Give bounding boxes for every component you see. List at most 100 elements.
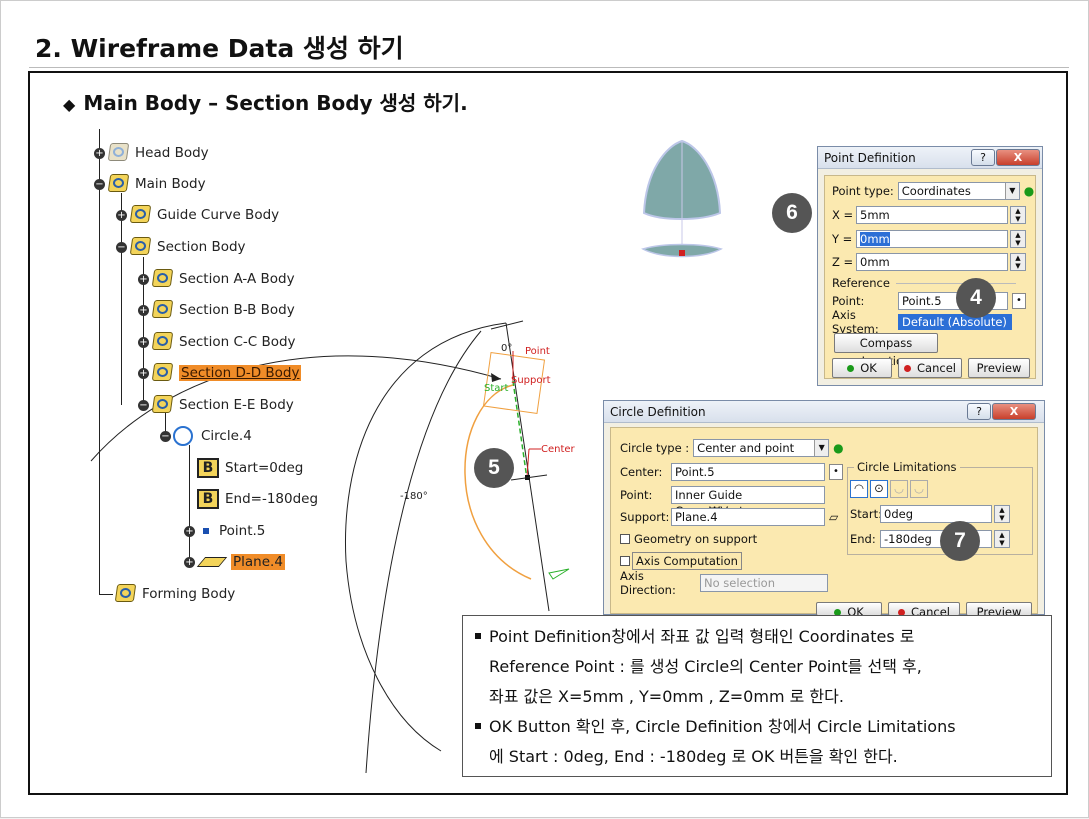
whole-circle-mode-icon[interactable]: ⊙ [870, 480, 888, 498]
trimmed-mode-icon[interactable]: ◡ [890, 480, 908, 498]
limitations-mode-buttons: ◠ ⊙ ◡ ◡ [850, 479, 928, 499]
geometry-checkbox[interactable] [620, 534, 630, 544]
collapse-icon[interactable]: − [160, 430, 171, 442]
tree-item-section-e-e-body[interactable]: − Section E-E Body [138, 394, 294, 416]
center-input[interactable]: Point.5 [671, 463, 825, 481]
center-button[interactable]: • [829, 464, 843, 480]
dialog-title: Point Definition [824, 151, 916, 165]
geometrical-set-icon [129, 204, 153, 226]
geometry-on-support-row[interactable]: Geometry on support [620, 529, 757, 549]
tree-item-label: End=-180deg [225, 491, 319, 507]
axis-computation-row[interactable]: Axis Computation [620, 551, 742, 571]
viewport-label-zero: 0° [501, 343, 512, 354]
viewport-label-minus180: -180° [400, 491, 428, 502]
complement-mode-icon[interactable]: ◡ [910, 480, 928, 498]
axis-computation-label: Axis Computation [632, 552, 742, 570]
preview-button[interactable]: Preview [966, 602, 1032, 616]
ok-button[interactable]: OK [816, 602, 882, 616]
close-button[interactable]: X [992, 403, 1036, 420]
geometrical-set-icon [151, 394, 175, 416]
collapse-icon[interactable]: − [94, 178, 105, 190]
ok-icon [847, 365, 855, 372]
cancel-button[interactable]: Cancel [888, 602, 960, 616]
square-bullet-icon [475, 633, 481, 639]
point-input[interactable]: Inner Guide Curve₩Vertex [671, 486, 825, 518]
expand-icon[interactable]: + [138, 336, 149, 348]
point-row: Point: Inner Guide Curve₩Vertex [620, 485, 825, 518]
y-input[interactable]: 0mm [856, 230, 1008, 248]
geometrical-set-icon [107, 142, 131, 164]
y-spinner[interactable]: ▲ ▼ [1010, 230, 1026, 248]
y-row: Y = 0mm ▲ ▼ [832, 229, 1026, 249]
circle-type-select[interactable]: Center and point ▼ [693, 439, 830, 457]
close-button[interactable]: X [996, 149, 1040, 166]
z-row: Z = 0mm ▲ ▼ [832, 252, 1026, 272]
tree-item-start[interactable]: B Start=0deg [197, 457, 303, 479]
tree-item-head-body[interactable]: + Head Body [94, 142, 209, 164]
plane-icon [196, 557, 228, 567]
cancel-button[interactable]: Cancel [898, 358, 962, 378]
chain-icon[interactable]: ● [833, 441, 843, 455]
tree-item-section-c-c-body[interactable]: + Section C-C Body [138, 331, 296, 353]
part-arc-mode-icon[interactable]: ◠ [850, 480, 868, 498]
z-spinner[interactable]: ▲ ▼ [1010, 253, 1026, 271]
collapse-icon[interactable]: − [116, 241, 127, 253]
tree-item-label: Section B-B Body [179, 302, 295, 318]
dialog-title-bar: Circle Definition ? X [604, 401, 1044, 423]
tree-item-main-body[interactable]: − Main Body [94, 173, 206, 195]
chain-icon[interactable]: ● [1024, 184, 1034, 198]
slide-page: 2. Wireframe Data 생성 하기 ◆ Main Body – Sec… [0, 0, 1089, 818]
tree-item-plane-4[interactable]: + Plane.4 [184, 551, 285, 573]
x-spinner[interactable]: ▲ ▼ [1010, 206, 1026, 224]
collapse-icon[interactable]: − [138, 399, 149, 411]
point-definition-dialog: Point Definition ? X Point type: Coordin… [817, 146, 1043, 386]
axis-system-value[interactable]: Default (Absolute) [898, 314, 1012, 330]
expand-icon[interactable]: + [116, 209, 127, 221]
start-spinner[interactable]: ▲ ▼ [994, 505, 1010, 523]
expand-icon[interactable]: + [184, 525, 195, 537]
axis-computation-checkbox[interactable] [620, 556, 630, 566]
x-row: X = 5mm ▲ ▼ [832, 205, 1026, 225]
plane-support-icon[interactable]: ▱ [829, 510, 838, 524]
tree-item-label: Start=0deg [225, 460, 304, 476]
tree-item-section-b-b-body[interactable]: + Section B-B Body [138, 299, 295, 321]
start-input[interactable]: 0deg [880, 505, 992, 523]
compass-location-button[interactable]: Compass Location [834, 333, 938, 368]
step-badge-5: 5 [474, 448, 514, 488]
note-line: Point Definition창에서 좌표 값 입력 형태인 Coordina… [475, 622, 1041, 652]
expand-icon[interactable]: + [138, 273, 149, 285]
help-button[interactable]: ? [967, 403, 991, 420]
tree-item-circle-4[interactable]: − Circle.4 [160, 425, 252, 447]
square-bullet-icon [475, 723, 481, 729]
reference-point-button[interactable]: • [1012, 293, 1026, 309]
ok-button[interactable]: OK [832, 358, 892, 378]
tree-item-guide-curve-body[interactable]: + Guide Curve Body [116, 204, 279, 226]
expand-icon[interactable]: + [138, 367, 149, 379]
viewport-label-start: Start [484, 383, 509, 394]
support-input[interactable]: Plane.4 [671, 508, 825, 526]
preview-button[interactable]: Preview [968, 358, 1030, 378]
expand-icon[interactable]: + [184, 556, 195, 568]
geometrical-set-icon [151, 299, 175, 321]
geometrical-set-icon [107, 173, 131, 195]
expand-icon[interactable]: + [138, 304, 149, 316]
tree-item-label: Guide Curve Body [157, 207, 280, 223]
x-input[interactable]: 5mm [856, 206, 1008, 224]
y-label: Y = [832, 232, 853, 246]
z-input[interactable]: 0mm [856, 253, 1008, 271]
leader-arrowhead [491, 373, 501, 382]
point-type-select[interactable]: Coordinates ▼ [897, 182, 1020, 200]
axis-direction-input[interactable]: No selection [700, 574, 828, 592]
tree-item-point-5[interactable]: + Point.5 [184, 520, 265, 542]
step-badge-4: 4 [956, 278, 996, 318]
end-spinner[interactable]: ▲ ▼ [994, 530, 1010, 548]
tree-item-section-a-a-body[interactable]: + Section A-A Body [138, 268, 295, 290]
tree-item-end[interactable]: B End=-180deg [197, 488, 318, 510]
tree-item-forming-body[interactable]: Forming Body [114, 583, 235, 605]
tree-item-section-body[interactable]: − Section Body [116, 236, 246, 258]
support-label: Support: [620, 510, 670, 524]
tree-item-label: Head Body [135, 145, 209, 161]
help-button[interactable]: ? [971, 149, 995, 166]
expand-icon[interactable]: + [94, 147, 105, 159]
tree-item-section-d-d-body[interactable]: + Section D-D Body [138, 362, 302, 384]
